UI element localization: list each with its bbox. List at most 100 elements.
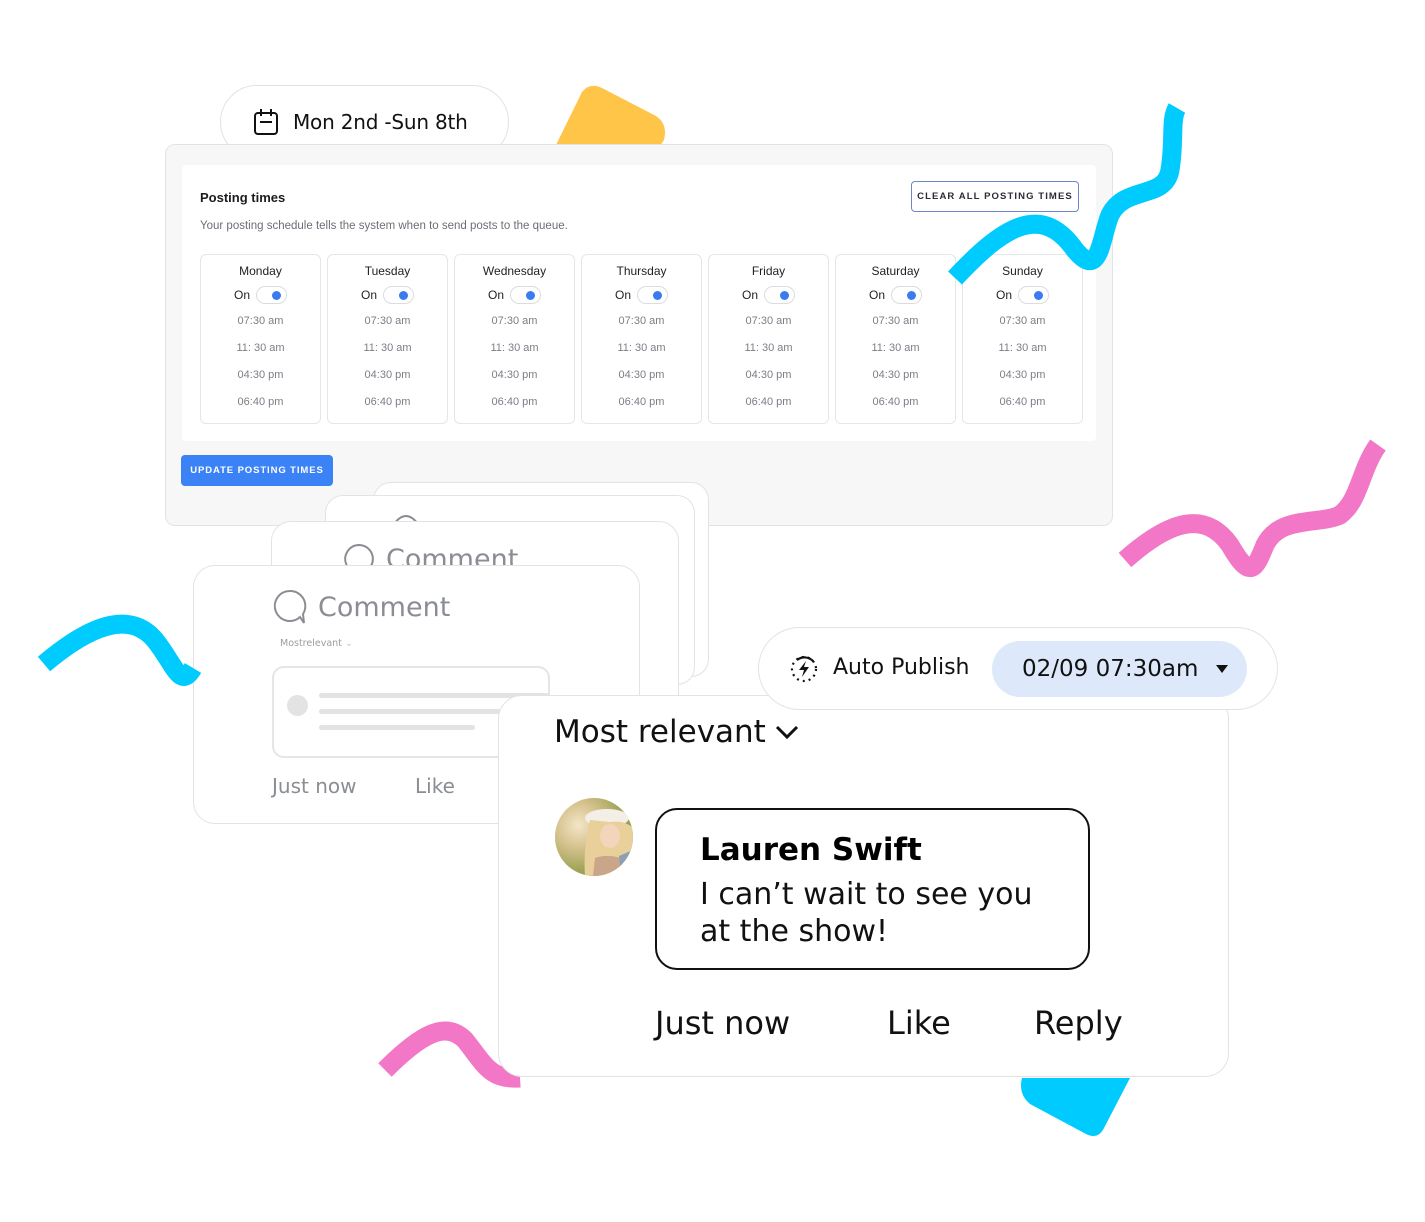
day-column-thursday: Thursday On 07:30 am 11: 30 am 04:30 pm 06:40… — [581, 254, 702, 424]
time-slot[interactable]: 06:40 pm — [492, 394, 538, 410]
time-slot[interactable]: 06:40 pm — [1000, 394, 1046, 410]
day-column-monday: Monday On 07:30 am 11: 30 am 04:30 pm 06:40 p… — [200, 254, 321, 424]
time-slot[interactable]: 11: 30 am — [998, 340, 1046, 356]
toggle-knob — [526, 291, 535, 300]
time-slot[interactable]: 11: 30 am — [363, 340, 411, 356]
ghost-time: Just now — [272, 774, 357, 798]
time-slot[interactable]: 06:40 pm — [365, 394, 411, 410]
day-toggle-row: On — [742, 286, 795, 304]
day-columns: Monday On 07:30 am 11: 30 am 04:30 pm 06:40 p… — [200, 254, 1083, 424]
time-slot[interactable]: 11: 30 am — [744, 340, 792, 356]
time-slot[interactable]: 11: 30 am — [617, 340, 665, 356]
toggle-label: On — [741, 288, 758, 302]
skeleton-line — [319, 725, 475, 730]
toggle-knob — [907, 291, 916, 300]
day-toggle-row: On — [996, 286, 1049, 304]
day-toggle-row: On — [361, 286, 414, 304]
day-name: Sunday — [1002, 264, 1043, 278]
sort-dropdown[interactable]: Most relevant — [554, 714, 800, 750]
time-slot[interactable]: 04:30 pm — [492, 367, 538, 383]
avatar — [555, 798, 633, 876]
day-name: Wednesday — [482, 264, 547, 278]
day-name: Monday — [239, 264, 282, 278]
day-name: Thursday — [616, 264, 667, 278]
publish-datetime-dropdown[interactable]: 02/09 07:30am — [992, 641, 1247, 697]
day-column-wednesday: Wednesday On 07:30 am 11: 30 am 04:30 pm 06:4… — [454, 254, 575, 424]
time-slots: 07:30 am 11: 30 am 04:30 pm 06:40 pm — [744, 313, 792, 410]
comment-author: Lauren Swift — [700, 832, 922, 868]
comment-bubble: Lauren Swift I can’t wait to see you at … — [655, 808, 1090, 970]
time-slot[interactable]: 06:40 pm — [873, 394, 919, 410]
toggle-knob — [1034, 291, 1043, 300]
ghost-like-button[interactable]: Like — [415, 774, 455, 798]
avatar-photo — [584, 809, 633, 876]
time-slot[interactable]: 07:30 am — [492, 313, 538, 329]
time-slot[interactable]: 04:30 pm — [238, 367, 284, 383]
time-slots: 07:30 am 11: 30 am 04:30 pm 06:40 pm — [363, 313, 411, 410]
day-toggle[interactable] — [1018, 286, 1049, 304]
time-slot[interactable]: 04:30 pm — [746, 367, 792, 383]
toggle-label: On — [614, 288, 631, 302]
day-toggle-row: On — [488, 286, 541, 304]
day-name: Tuesday — [364, 264, 411, 278]
update-posting-times-button[interactable]: UPDATE POSTING TIMES — [181, 455, 333, 486]
time-slot[interactable]: 04:30 pm — [1000, 367, 1046, 383]
comment-bubble-icon — [273, 589, 307, 624]
like-button[interactable]: Like — [887, 1004, 951, 1042]
time-slots: 07:30 am 11: 30 am 04:30 pm 06:40 pm — [236, 313, 284, 410]
sort-dropdown[interactable]: Mostrelevant ⌄ — [280, 638, 353, 649]
time-slot[interactable]: 07:30 am — [873, 313, 919, 329]
toggle-label: On — [995, 288, 1012, 302]
day-column-sunday: Sunday On 07:30 am 11: 30 am 04:30 pm 06:40 p… — [962, 254, 1083, 424]
day-toggle[interactable] — [891, 286, 922, 304]
toggle-label: On — [487, 288, 504, 302]
posting-times-subtitle: Your posting schedule tells the system w… — [200, 220, 568, 232]
time-slot[interactable]: 07:30 am — [238, 313, 284, 329]
lightning-icon — [790, 655, 818, 683]
time-slot[interactable]: 11: 30 am — [490, 340, 538, 356]
chevron-down-icon: ⌄ — [344, 638, 353, 649]
time-slot[interactable]: 06:40 pm — [619, 394, 665, 410]
time-slot[interactable]: 06:40 pm — [238, 394, 284, 410]
time-slot[interactable]: 04:30 pm — [619, 367, 665, 383]
day-name: Friday — [751, 264, 786, 278]
time-slot[interactable]: 07:30 am — [619, 313, 665, 329]
day-toggle[interactable] — [383, 286, 414, 304]
posting-times-card: Posting times Your posting schedule tell… — [182, 165, 1096, 441]
day-toggle[interactable] — [637, 286, 668, 304]
time-slot[interactable]: 04:30 pm — [365, 367, 411, 383]
time-slot[interactable]: 07:30 am — [1000, 313, 1046, 329]
yellow-shape — [556, 85, 665, 146]
cyan-squiggle-left — [37, 614, 202, 686]
comment-label: Comment — [318, 591, 451, 623]
toggle-knob — [399, 291, 408, 300]
day-column-friday: Friday On 07:30 am 11: 30 am 04:30 pm 06:40 p… — [708, 254, 829, 424]
time-slots: 07:30 am 11: 30 am 04:30 pm 06:40 pm — [998, 313, 1046, 410]
sort-label: Most relevant — [554, 714, 766, 750]
day-column-tuesday: Tuesday On 07:30 am 11: 30 am 04:30 pm 06:40 … — [327, 254, 448, 424]
time-slot[interactable]: 07:30 am — [746, 313, 792, 329]
cyan-triangle — [1021, 1078, 1130, 1136]
skeleton-avatar — [287, 695, 308, 716]
time-slot[interactable]: 07:30 am — [365, 313, 411, 329]
time-slots: 07:30 am 11: 30 am 04:30 pm 06:40 pm — [871, 313, 919, 410]
reply-button[interactable]: Reply — [1034, 1004, 1123, 1042]
calendar-icon — [254, 109, 278, 135]
toggle-label: On — [360, 288, 377, 302]
chevron-down-icon — [775, 725, 798, 740]
time-slot[interactable]: 06:40 pm — [746, 394, 792, 410]
time-slot[interactable]: 04:30 pm — [873, 367, 919, 383]
comment-text: I can’t wait to see you at the show! — [700, 877, 1033, 949]
time-slot[interactable]: 11: 30 am — [236, 340, 284, 356]
day-toggle-row: On — [234, 286, 287, 304]
day-toggle[interactable] — [510, 286, 541, 304]
time-slot[interactable]: 11: 30 am — [871, 340, 919, 356]
toggle-knob — [653, 291, 662, 300]
posting-times-title: Posting times — [200, 190, 286, 205]
publish-datetime: 02/09 07:30am — [1022, 656, 1199, 682]
pink-squiggle-right — [1118, 439, 1386, 577]
day-toggle[interactable] — [764, 286, 795, 304]
day-toggle[interactable] — [256, 286, 287, 304]
clear-all-posting-times-button[interactable]: CLEAR ALL POSTING TIMES — [911, 181, 1079, 212]
day-column-saturday: Saturday On 07:30 am 11: 30 am 04:30 pm 06:40… — [835, 254, 956, 424]
